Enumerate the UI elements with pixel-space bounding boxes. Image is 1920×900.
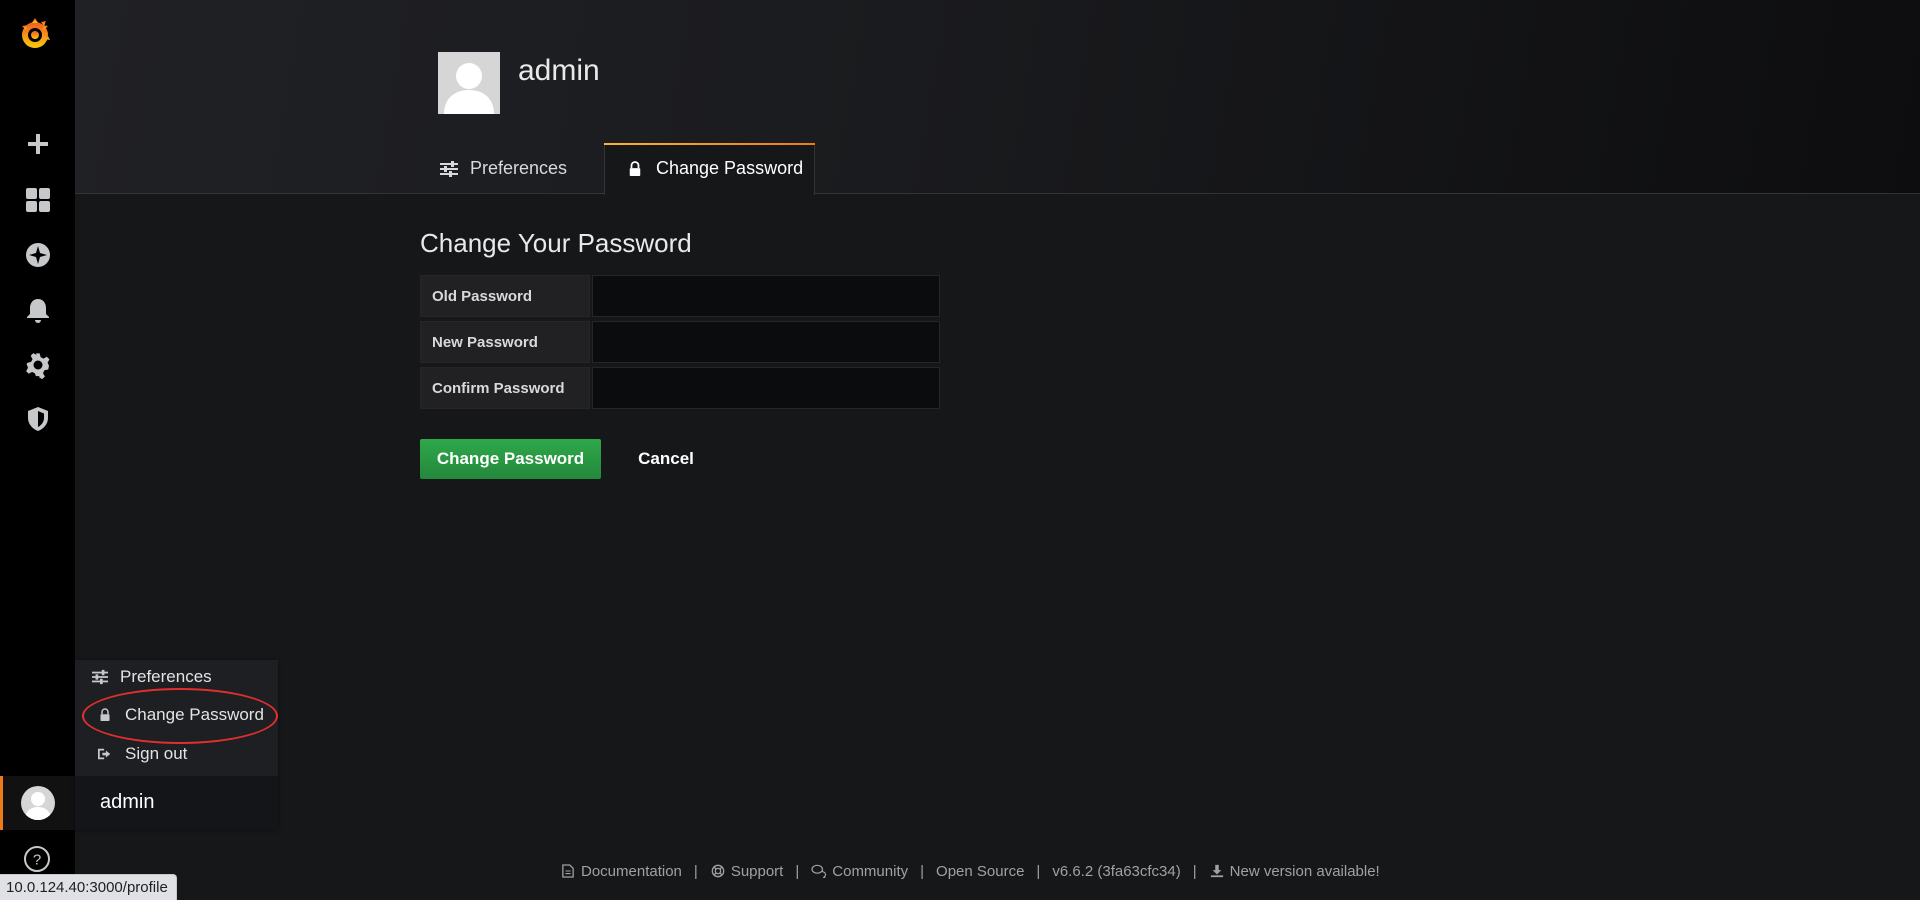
footer-link-label: New version available! — [1229, 862, 1380, 880]
sliders-icon — [90, 668, 110, 686]
footer-link-label: Support — [730, 862, 784, 880]
status-bar-url: 10.0.124.40:3000/profile — [0, 874, 177, 900]
new-password-field[interactable] — [592, 321, 940, 363]
footer-link-documentation[interactable]: Documentation — [560, 863, 682, 880]
lock-icon — [95, 706, 115, 724]
comments-icon — [811, 863, 827, 879]
menu-item-sign-out[interactable]: Sign out — [95, 739, 187, 769]
menu-item-preferences[interactable]: Preferences — [90, 662, 212, 692]
footer-link-community[interactable]: Community — [811, 863, 908, 880]
footer-separator: | — [1036, 862, 1041, 880]
change-password-button[interactable]: Change Password — [420, 439, 601, 479]
help-icon[interactable]: ? — [23, 845, 51, 873]
form-title: Change Your Password — [420, 228, 692, 258]
menu-item-label: Preferences — [120, 667, 212, 686]
tab-label: Change Password — [656, 158, 804, 178]
footer-separator: | — [795, 862, 800, 880]
menu-item-label: Change Password — [125, 705, 264, 724]
tab-change-password[interactable]: Change Password — [624, 143, 803, 194]
lock-icon — [624, 159, 646, 179]
confirm-password-row: Confirm Password — [420, 367, 940, 409]
gear-icon[interactable] — [22, 349, 54, 381]
old-password-label: Old Password — [420, 275, 590, 317]
footer-link-label: Documentation — [581, 862, 682, 880]
footer-link-new-version[interactable]: New version available! — [1209, 863, 1380, 880]
user-name: admin — [100, 791, 155, 813]
cancel-button[interactable]: Cancel — [620, 439, 712, 479]
footer: Documentation | Support | Community | Op… — [560, 860, 1380, 882]
new-password-label: New Password — [420, 321, 590, 363]
lifebuoy-icon — [710, 863, 726, 879]
avatar — [21, 786, 55, 820]
svg-text:?: ? — [33, 852, 41, 869]
footer-version: v6.6.2 (3fa63cfc34) — [1052, 862, 1181, 880]
plus-icon[interactable] — [22, 128, 54, 160]
confirm-password-field[interactable] — [592, 367, 940, 409]
sign-out-icon — [95, 745, 115, 763]
page-header — [75, 0, 1920, 194]
sidebar-user-row[interactable] — [0, 776, 75, 830]
menu-item-label: Sign out — [125, 744, 188, 763]
confirm-password-label: Confirm Password — [420, 367, 590, 409]
footer-link-label: Community — [832, 862, 909, 880]
footer-link-label: Open Source — [936, 862, 1025, 880]
document-icon — [560, 863, 576, 879]
new-password-row: New Password — [420, 321, 940, 363]
footer-link-support[interactable]: Support — [710, 862, 784, 880]
sliders-icon — [438, 159, 460, 179]
footer-separator: | — [1192, 862, 1197, 880]
menu-user-row[interactable]: admin — [75, 776, 278, 830]
menu-item-change-password[interactable]: Change Password — [95, 700, 264, 730]
explore-icon[interactable] — [22, 239, 54, 271]
tab-preferences[interactable]: Preferences — [438, 143, 567, 194]
user-menu: Preferences Change Password Sign out adm… — [75, 660, 278, 830]
download-icon — [1209, 863, 1225, 879]
page-title: admin — [518, 54, 600, 87]
tab-label: Preferences — [470, 158, 568, 178]
bell-icon[interactable] — [22, 294, 54, 326]
avatar — [438, 52, 500, 114]
footer-separator: | — [693, 862, 698, 880]
dashboards-icon[interactable] — [22, 184, 54, 216]
footer-link-open-source[interactable]: Open Source — [936, 863, 1024, 880]
old-password-row: Old Password — [420, 275, 940, 317]
grafana-logo[interactable] — [14, 12, 56, 54]
shield-icon[interactable] — [22, 403, 54, 435]
sidebar: ? — [0, 0, 75, 900]
old-password-field[interactable] — [592, 275, 940, 317]
footer-separator: | — [920, 862, 925, 880]
